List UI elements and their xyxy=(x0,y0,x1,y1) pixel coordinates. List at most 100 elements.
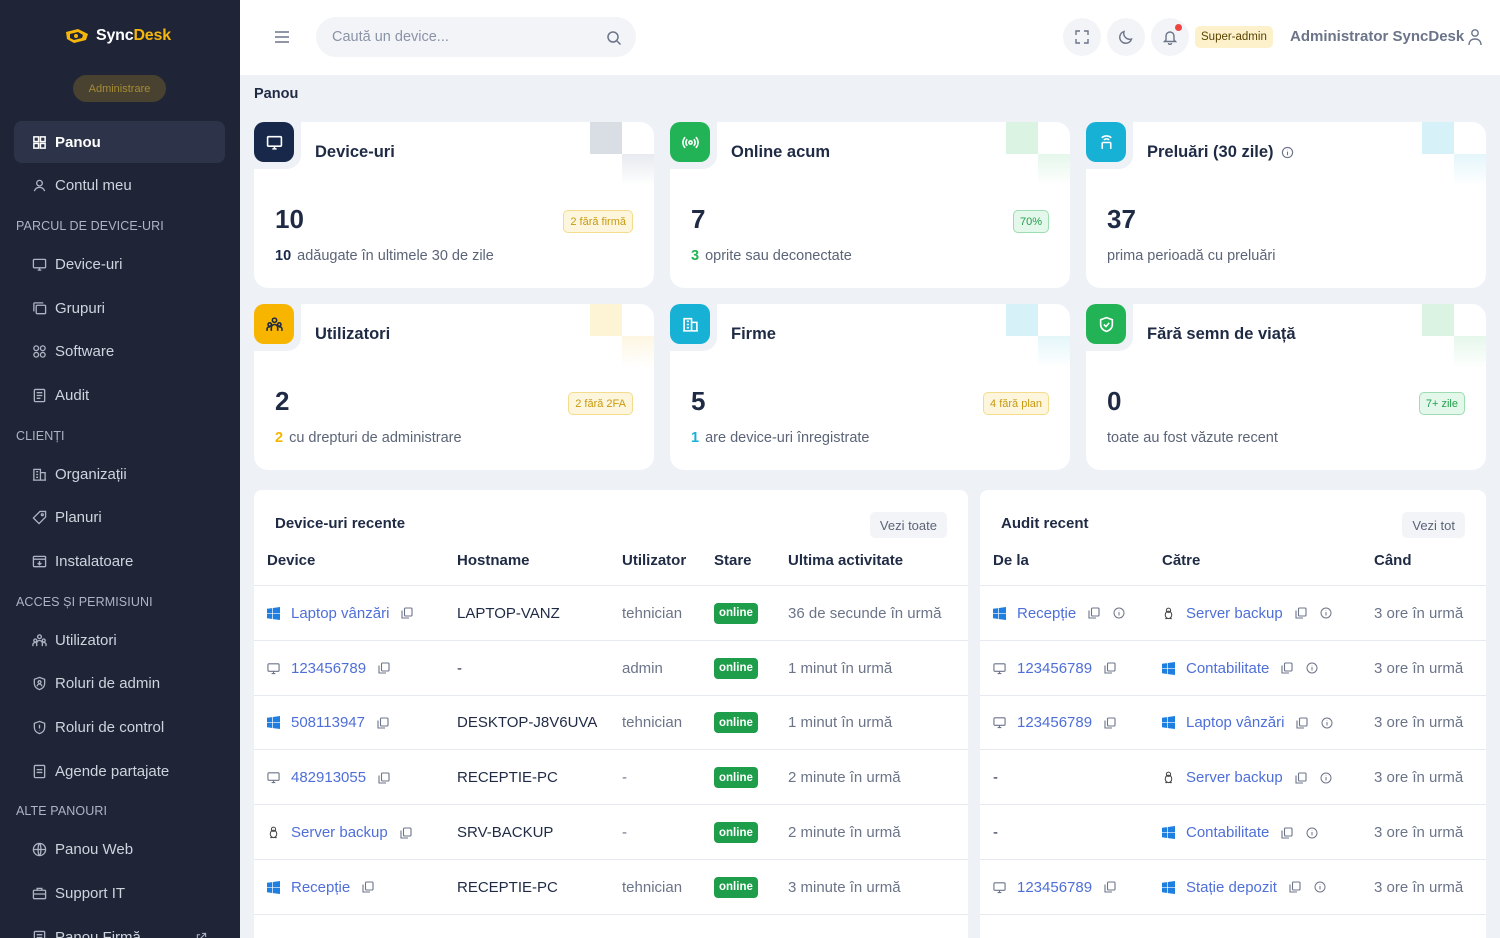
sidebar-item-support-it[interactable]: Support IT xyxy=(14,873,225,915)
shield-user-icon xyxy=(33,677,46,691)
device-link[interactable]: 482913055 xyxy=(291,769,366,786)
from-device-link[interactable]: 123456789 xyxy=(1017,660,1092,677)
from-device-link[interactable]: Recepție xyxy=(1017,605,1076,622)
copy-icon[interactable] xyxy=(1295,772,1307,784)
sidebar-item-panou-web[interactable]: Panou Web xyxy=(14,829,225,871)
app-logo[interactable]: SyncDesk xyxy=(64,26,171,46)
stat-card-online[interactable]: Online acum 7 70% 3 oprite sau deconectat… xyxy=(670,122,1070,288)
table-row[interactable]: Server backup SRV-BACKUP - online 2 minute î… xyxy=(254,805,968,860)
column-header[interactable]: Către xyxy=(1162,552,1200,569)
copy-icon[interactable] xyxy=(1104,717,1116,729)
info-icon[interactable] xyxy=(1281,146,1294,159)
sidebar-item-instalatoare[interactable]: Instalatoare xyxy=(14,541,225,583)
search-icon[interactable] xyxy=(606,30,622,46)
device-link[interactable]: 123456789 xyxy=(291,660,366,677)
linux-icon xyxy=(1162,607,1175,620)
from-device-link[interactable]: 123456789 xyxy=(1017,714,1092,731)
stat-card-users[interactable]: Utilizatori 2 2 fără 2FA 2 cu drepturi de… xyxy=(254,304,654,470)
table-row[interactable]: Recepție RECEPTIE-PC tehnician online 3 minu… xyxy=(254,860,968,915)
sidebar-item-grupuri[interactable]: Grupuri xyxy=(14,287,225,329)
device-link[interactable]: 508113947 xyxy=(291,714,365,731)
sidebar-item-panou-firma[interactable]: Panou Firmă xyxy=(14,916,225,938)
from-device-link[interactable]: 123456789 xyxy=(1017,879,1092,896)
copy-icon[interactable] xyxy=(378,772,390,784)
column-header[interactable]: Când xyxy=(1374,552,1412,569)
info-icon[interactable] xyxy=(1320,772,1332,784)
column-header[interactable]: Hostname xyxy=(457,552,530,569)
table-row[interactable]: Laptop vânzări LAPTOP-VANZ tehnician online… xyxy=(254,586,968,641)
user-avatar-icon[interactable] xyxy=(1467,27,1483,47)
sidebar-item-audit[interactable]: Audit xyxy=(14,374,225,416)
stat-card-no-heartbeat[interactable]: Fără semn de viață 0 7+ zile toate au fo… xyxy=(1086,304,1486,470)
column-header[interactable]: Device xyxy=(267,552,315,569)
to-device-link[interactable]: Server backup xyxy=(1186,605,1283,622)
notifications-button[interactable] xyxy=(1151,18,1189,56)
stat-card-devices[interactable]: Device-uri 10 2 fără firmă 10 adăugate în… xyxy=(254,122,654,288)
user-menu[interactable]: Administrator SyncDesk xyxy=(1290,28,1464,45)
sidebar-item-agende[interactable]: Agende partajate xyxy=(14,750,225,792)
column-header[interactable]: Utilizator xyxy=(622,552,686,569)
copy-icon[interactable] xyxy=(401,607,413,619)
stat-card-sessions[interactable]: Preluări (30 zile) 37 prima perioadă cu … xyxy=(1086,122,1486,288)
info-icon[interactable] xyxy=(1306,827,1318,839)
to-device-link[interactable]: Laptop vânzări xyxy=(1186,714,1284,731)
copy-icon[interactable] xyxy=(1295,607,1307,619)
sidebar-item-device-uri[interactable]: Device-uri xyxy=(14,243,225,285)
stat-card-companies[interactable]: Firme 5 4 fără plan 1 are device-uri înre… xyxy=(670,304,1070,470)
table-row[interactable]: - Contabilitate 3 ore în urmă xyxy=(980,805,1486,860)
table-cell: - xyxy=(993,805,998,860)
last-activity: 2 minute în urmă xyxy=(788,769,901,787)
info-icon[interactable] xyxy=(1306,662,1318,674)
copy-icon[interactable] xyxy=(362,881,374,893)
see-all-devices-button[interactable]: Vezi toate xyxy=(869,512,947,538)
copy-icon[interactable] xyxy=(377,717,389,729)
table-row[interactable]: 123456789 Contabilitate 3 ore în urmă xyxy=(980,641,1486,696)
device-link[interactable]: Laptop vânzări xyxy=(291,605,389,622)
table-row[interactable]: - Server backup 3 ore în urmă xyxy=(980,750,1486,806)
copy-icon[interactable] xyxy=(1281,827,1293,839)
sidebar-item-organizatii[interactable]: Organizații xyxy=(14,453,225,495)
copy-icon[interactable] xyxy=(378,662,390,674)
search-box[interactable] xyxy=(316,17,636,57)
column-header[interactable]: Ultima activitate xyxy=(788,552,903,569)
copy-icon[interactable] xyxy=(1104,662,1116,674)
to-device-link[interactable]: Server backup xyxy=(1186,769,1283,786)
copy-icon[interactable] xyxy=(1088,607,1100,619)
sidebar-item-contul-meu[interactable]: Contul meu xyxy=(14,165,225,207)
card-subtext: prima perioadă cu preluări xyxy=(1107,248,1276,264)
table-cell: tehnician xyxy=(622,696,682,751)
menu-toggle-icon[interactable] xyxy=(274,27,290,47)
table-row[interactable]: 123456789 - admin online 1 minut în urmă xyxy=(254,641,968,696)
info-icon[interactable] xyxy=(1113,607,1125,619)
to-device-link[interactable]: Contabilitate xyxy=(1186,824,1269,841)
copy-icon[interactable] xyxy=(1104,881,1116,893)
copy-icon[interactable] xyxy=(400,827,412,839)
sidebar-item-roluri-admin[interactable]: Roluri de admin xyxy=(14,663,225,705)
table-row[interactable]: 123456789 Laptop vânzări 3 ore în urmă xyxy=(980,696,1486,751)
table-row[interactable]: 508113947 DESKTOP-J8V6UVA tehnician online 1… xyxy=(254,696,968,751)
info-icon[interactable] xyxy=(1314,881,1326,893)
table-row[interactable]: 482913055 RECEPTIE-PC - online 2 minute în u… xyxy=(254,750,968,806)
copy-icon[interactable] xyxy=(1289,881,1301,893)
search-input[interactable] xyxy=(332,29,592,45)
to-device-link[interactable]: Stație depozit xyxy=(1186,879,1277,896)
column-header[interactable]: Stare xyxy=(714,552,752,569)
sidebar-item-roluri-control[interactable]: Roluri de control xyxy=(14,707,225,749)
see-all-audit-button[interactable]: Vezi tot xyxy=(1402,512,1465,538)
device-link[interactable]: Server backup xyxy=(291,824,388,841)
info-icon[interactable] xyxy=(1320,607,1332,619)
sidebar-item-software[interactable]: Software xyxy=(14,331,225,373)
fullscreen-button[interactable] xyxy=(1063,18,1101,56)
table-row[interactable]: Recepție Server backup 3 ore în urmă xyxy=(980,586,1486,641)
copy-icon[interactable] xyxy=(1281,662,1293,674)
sidebar-item-planuri[interactable]: Planuri xyxy=(14,497,225,539)
device-link[interactable]: Recepție xyxy=(291,879,350,896)
info-icon[interactable] xyxy=(1321,717,1333,729)
sidebar-item-panou[interactable]: Panou xyxy=(14,121,225,163)
to-device-link[interactable]: Contabilitate xyxy=(1186,660,1269,677)
column-header[interactable]: De la xyxy=(993,552,1029,569)
theme-toggle-button[interactable] xyxy=(1107,18,1145,56)
sidebar-item-utilizatori[interactable]: Utilizatori xyxy=(14,619,225,661)
table-row[interactable]: 123456789 Stație depozit 3 ore în urmă xyxy=(980,860,1486,915)
copy-icon[interactable] xyxy=(1296,717,1308,729)
